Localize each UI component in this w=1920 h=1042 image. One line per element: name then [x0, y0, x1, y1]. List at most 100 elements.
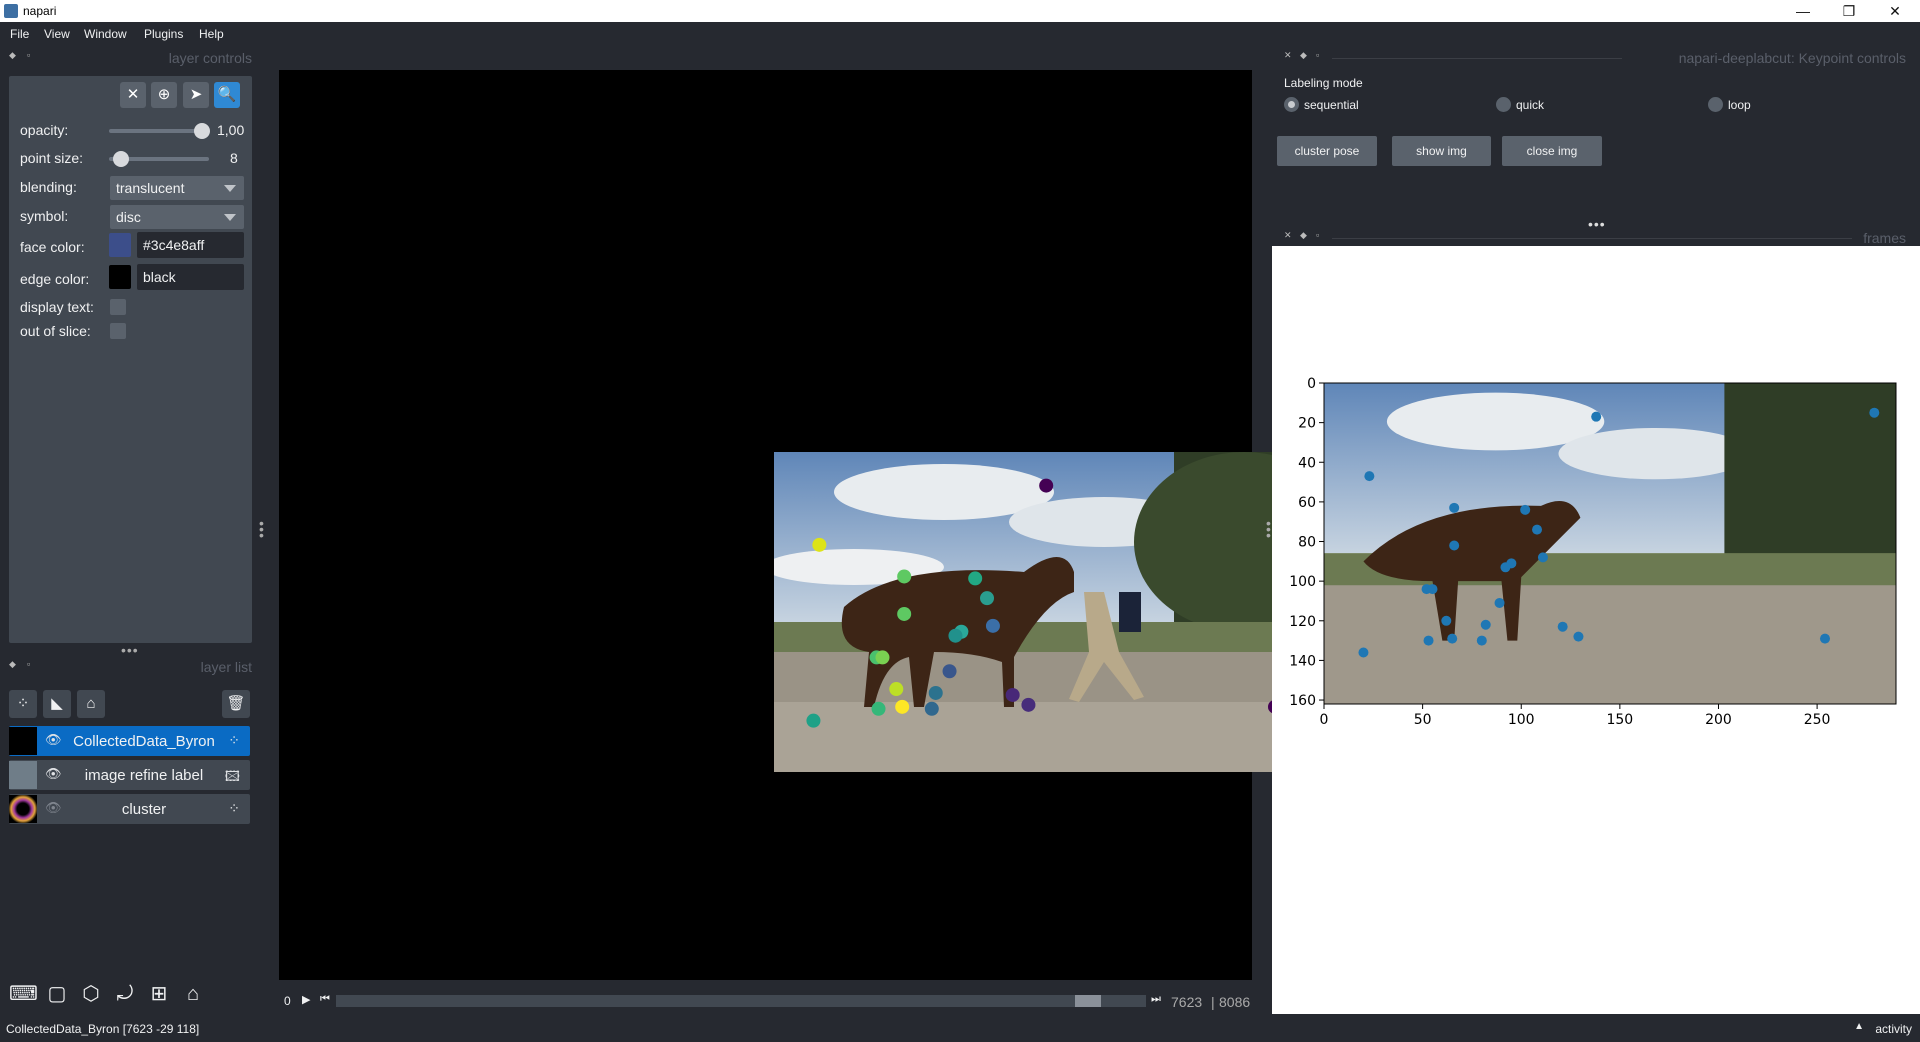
y-tick-label: 0	[1307, 376, 1316, 392]
dock-float-icon[interactable]: ▫	[27, 50, 30, 60]
menu-plugins[interactable]: Plugins	[144, 27, 183, 41]
keypoint-marker[interactable]	[1039, 478, 1054, 493]
delete-layer-icon[interactable]: 🗑	[222, 690, 250, 718]
keypoint-marker[interactable]	[948, 628, 963, 643]
select-points-icon[interactable]: ➤	[183, 82, 209, 108]
dock-float-icon[interactable]: ▫	[1316, 230, 1319, 240]
dock-float-icon[interactable]: ◆	[9, 50, 16, 61]
title-bar: napari — ❐ ✕	[0, 0, 1920, 22]
menu-window[interactable]: Window	[84, 27, 127, 41]
menu-view[interactable]: View	[44, 27, 70, 41]
close-img-button[interactable]: close img	[1502, 136, 1602, 166]
x-tick-label: 100	[1508, 712, 1535, 728]
dims-separator: |	[1211, 994, 1215, 1010]
delete-points-icon[interactable]: ✕	[120, 82, 146, 108]
menu-help[interactable]: Help	[199, 27, 224, 41]
play-icon[interactable]: ▶	[302, 993, 310, 1006]
image-icon: 🖾	[224, 768, 240, 784]
activity-button[interactable]: activity	[1875, 1022, 1912, 1036]
keypoint-marker[interactable]	[985, 618, 1000, 633]
keypoint-marker[interactable]	[895, 699, 910, 714]
pan-zoom-icon[interactable]: 🔍	[214, 82, 240, 108]
keypoint-marker[interactable]	[812, 537, 827, 552]
scatter-point	[1427, 584, 1438, 595]
transpose-icon[interactable]: ⤾	[111, 980, 139, 1008]
keypoint-marker[interactable]	[871, 701, 886, 716]
symbol-dropdown[interactable]: disc	[110, 205, 244, 229]
splitter-handle[interactable]: • • •	[259, 516, 264, 542]
close-icon[interactable]: ✕	[1284, 50, 1292, 61]
layer-row[interactable]: 👁 cluster ⁘	[9, 794, 250, 824]
face-color-field[interactable]: #3c4e8aff	[137, 232, 244, 258]
step-back-icon[interactable]: ⏮	[320, 993, 330, 1006]
dock-float-icon[interactable]: ▫	[1316, 50, 1319, 60]
opacity-slider-handle[interactable]	[194, 123, 210, 139]
dock-float-icon[interactable]: ▫	[27, 659, 30, 669]
y-tick-label: 40	[1298, 455, 1316, 471]
viewer-canvas[interactable]	[279, 70, 1346, 980]
point-size-slider-handle[interactable]	[113, 151, 129, 167]
layer-row[interactable]: 👁 CollectedData_Byron ⁘	[9, 726, 250, 756]
keypoint-marker[interactable]	[924, 701, 939, 716]
console-icon[interactable]: ⌨	[9, 980, 38, 1008]
dims-slider-handle[interactable]	[1075, 995, 1102, 1007]
keypoint-marker[interactable]	[806, 713, 821, 728]
mode-sequential-label[interactable]: sequential	[1304, 98, 1359, 112]
keypoint-marker[interactable]	[1021, 697, 1036, 712]
display-text-label: display text:	[20, 299, 94, 315]
mode-quick-label[interactable]: quick	[1516, 98, 1544, 112]
new-labels-layer-icon[interactable]: ⌂	[77, 690, 105, 718]
edge-color-swatch[interactable]	[109, 265, 131, 289]
cluster-pose-button[interactable]: cluster pose	[1277, 136, 1377, 166]
dock-splitter-handle[interactable]: •••	[121, 642, 139, 658]
face-color-swatch[interactable]	[109, 233, 131, 257]
radio-loop[interactable]	[1708, 97, 1723, 112]
close-window-button[interactable]: ✕	[1872, 0, 1918, 22]
mode-loop-label[interactable]: loop	[1728, 98, 1751, 112]
keypoint-marker[interactable]	[1005, 687, 1020, 702]
layer-row[interactable]: 👁 image refine label 🖾	[9, 760, 250, 790]
radio-sequential[interactable]	[1284, 97, 1299, 112]
dims-slider[interactable]	[336, 995, 1146, 1007]
ndisplay-icon[interactable]: ▢	[43, 980, 71, 1008]
activity-caret-icon[interactable]: ▲	[1854, 1021, 1864, 1032]
new-points-layer-icon[interactable]: ⁘	[9, 690, 37, 718]
keypoint-marker[interactable]	[897, 606, 912, 621]
keypoint-marker[interactable]	[897, 569, 912, 584]
dock-float-icon[interactable]: ◆	[1300, 50, 1307, 61]
blending-dropdown[interactable]: translucent	[110, 176, 244, 200]
out-of-slice-checkbox[interactable]	[110, 323, 126, 339]
step-forward-icon[interactable]: ⏭	[1151, 993, 1161, 1006]
eye-icon[interactable]: 👁	[45, 800, 62, 816]
keypoint-marker[interactable]	[928, 685, 943, 700]
scatter-point	[1532, 524, 1543, 535]
roll-dims-icon[interactable]: ⬡	[77, 980, 105, 1008]
add-points-icon[interactable]: ⊕	[151, 82, 177, 108]
dock-float-icon[interactable]: ◆	[1300, 230, 1307, 241]
eye-icon[interactable]: 👁	[45, 732, 62, 748]
splitter-handle[interactable]: • • •	[1266, 516, 1271, 542]
grid-icon[interactable]: ⊞	[145, 980, 173, 1008]
keypoint-marker[interactable]	[980, 591, 995, 606]
radio-quick[interactable]	[1496, 97, 1511, 112]
close-icon[interactable]: ✕	[1284, 230, 1292, 241]
keypoint-marker[interactable]	[942, 664, 957, 679]
display-text-checkbox[interactable]	[110, 299, 126, 315]
labeling-mode-label: Labeling mode	[1284, 76, 1363, 90]
edge-color-field[interactable]: black	[137, 264, 244, 290]
keypoint-marker[interactable]	[968, 571, 983, 586]
scatter-point	[1480, 619, 1491, 630]
eye-icon[interactable]: 👁	[45, 766, 62, 782]
maximize-button[interactable]: ❐	[1826, 0, 1872, 22]
x-tick-label: 200	[1705, 712, 1732, 728]
keypoint-controls-panel: Labeling mode sequential quick loop clus…	[1272, 70, 1920, 230]
menu-file[interactable]: File	[10, 27, 29, 41]
show-img-button[interactable]: show img	[1392, 136, 1491, 166]
new-shapes-layer-icon[interactable]: ◣	[43, 690, 71, 718]
minimize-button[interactable]: —	[1780, 0, 1826, 22]
keypoint-marker[interactable]	[889, 682, 904, 697]
keypoint-marker[interactable]	[875, 650, 890, 665]
dims-current-value[interactable]: 7623	[1171, 994, 1202, 1010]
dock-float-icon[interactable]: ◆	[9, 659, 16, 670]
home-icon[interactable]: ⌂	[179, 980, 207, 1008]
